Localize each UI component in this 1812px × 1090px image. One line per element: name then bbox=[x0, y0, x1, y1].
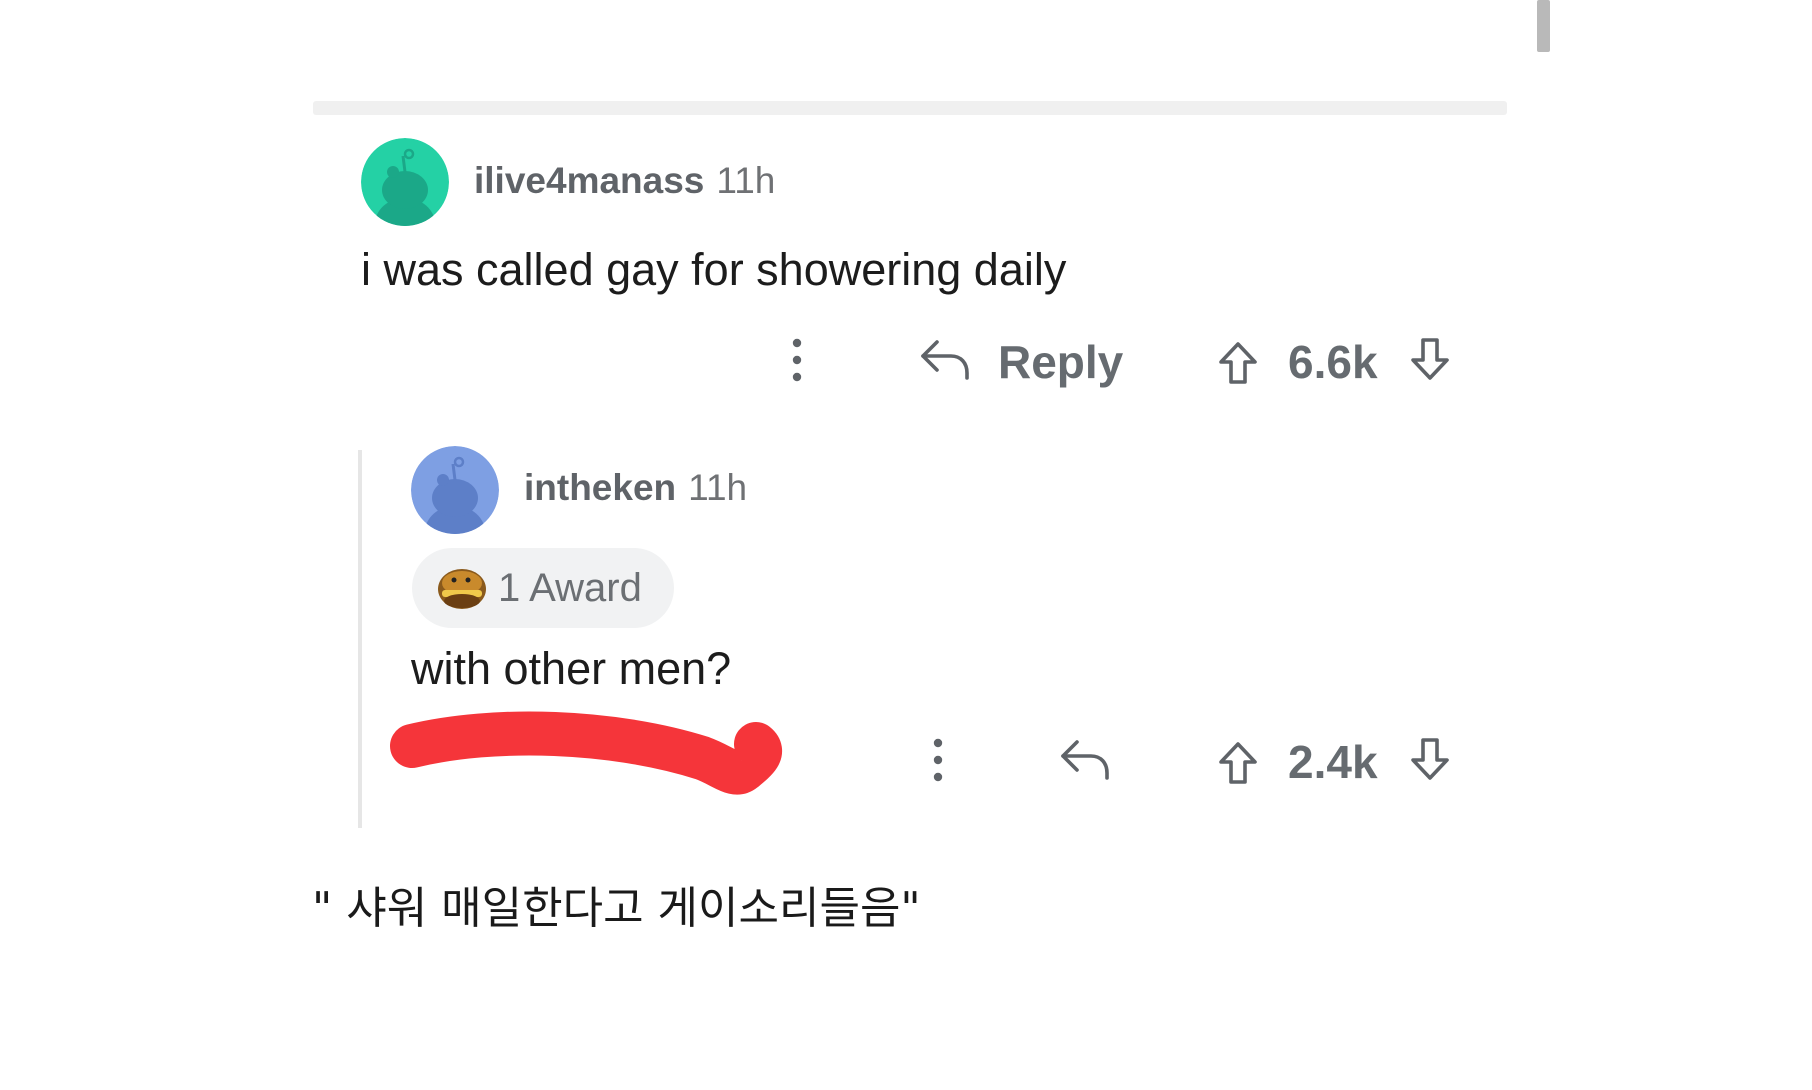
timestamp: 11h bbox=[688, 467, 748, 508]
upvote-arrow-icon bbox=[1219, 742, 1257, 784]
reply-button[interactable] bbox=[1058, 734, 1112, 784]
red-scribble-redaction bbox=[390, 711, 782, 795]
more-options-button[interactable] bbox=[918, 734, 958, 786]
reply-arrow-icon bbox=[921, 340, 969, 380]
avatar-ilive4manass[interactable] bbox=[361, 138, 449, 226]
downvote-button[interactable] bbox=[1408, 334, 1452, 384]
top-divider bbox=[313, 101, 1507, 115]
snoo-avatar-icon bbox=[361, 138, 449, 226]
username[interactable]: ilive4manass bbox=[474, 160, 704, 201]
downvote-arrow-icon bbox=[1411, 338, 1449, 380]
timestamp: 11h bbox=[716, 160, 776, 201]
award-badge[interactable]: 1 Award bbox=[412, 548, 674, 628]
upvote-button[interactable] bbox=[1216, 338, 1260, 388]
reply-label[interactable]: Reply bbox=[998, 335, 1123, 389]
vote-count: 2.4k bbox=[1288, 736, 1378, 788]
comment-body: i was called gay for showering daily bbox=[361, 244, 1067, 295]
reply-button[interactable] bbox=[918, 334, 972, 384]
username[interactable]: intheken bbox=[524, 467, 676, 508]
vote-count: 6.6k bbox=[1288, 336, 1378, 388]
scrollbar-thumb[interactable] bbox=[1537, 0, 1550, 52]
award-label: 1 Award bbox=[498, 565, 642, 610]
upvote-arrow-icon bbox=[1219, 342, 1257, 384]
downvote-arrow-icon bbox=[1411, 738, 1449, 780]
downvote-button[interactable] bbox=[1408, 734, 1452, 784]
more-options-button[interactable] bbox=[777, 334, 817, 386]
thread-line[interactable] bbox=[358, 450, 362, 828]
caption-text: " 샤워 매일한다고 게이소리들음" bbox=[312, 883, 921, 934]
award-icon bbox=[438, 569, 486, 609]
comment-meta: intheken 11h bbox=[524, 467, 747, 509]
comment-body: with other men? bbox=[411, 643, 732, 694]
avatar-intheken[interactable] bbox=[411, 446, 499, 534]
reply-arrow-icon bbox=[1061, 740, 1109, 780]
more-options-icon bbox=[933, 738, 943, 782]
snoo-avatar-icon bbox=[411, 446, 499, 534]
more-options-icon bbox=[792, 338, 802, 382]
comment-meta: ilive4manass 11h bbox=[474, 160, 775, 202]
upvote-button[interactable] bbox=[1216, 738, 1260, 788]
